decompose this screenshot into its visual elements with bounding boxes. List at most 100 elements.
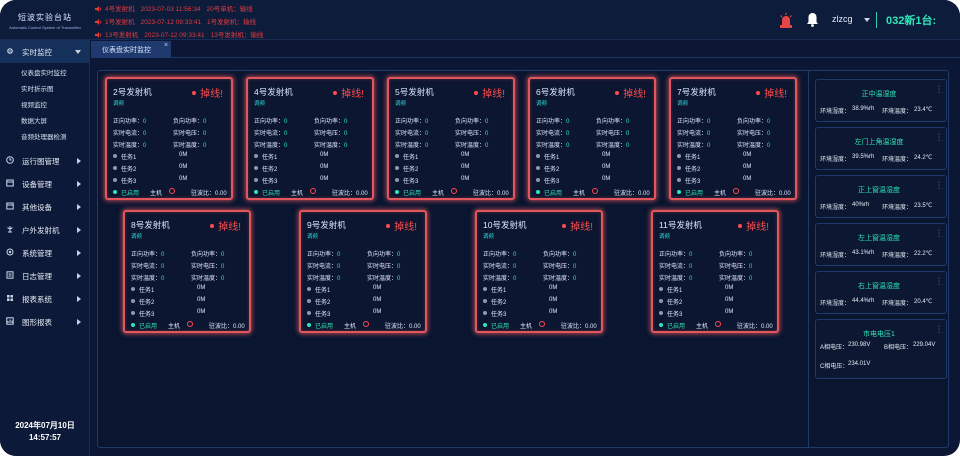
- sensor-card[interactable]: 右上窗温湿度 · · · 环境湿度： 44.4%rh 环境温度： 20.4℃: [815, 271, 947, 314]
- task-frequency: 0M: [197, 285, 206, 291]
- sidebar-item-graph-report[interactable]: 图形报表: [0, 310, 90, 333]
- power-icon[interactable]: [310, 188, 316, 194]
- forward-power-field: 正向功率：0: [131, 249, 164, 258]
- more-icon[interactable]: · · ·: [937, 275, 941, 288]
- sensor-card[interactable]: 正中温湿度 · · · 环境湿度： 38.9%rh 环境温度： 23.4℃: [815, 79, 947, 122]
- task-label: 任务3: [685, 179, 701, 185]
- sidebar-item-log-management[interactable]: 日志管理: [0, 264, 90, 287]
- task-bullet-icon: [254, 178, 258, 182]
- power-icon[interactable]: [169, 188, 175, 194]
- transmitter-card[interactable]: 6号发射机 调频 掉线! 正向功率：0 负向功率：0 实时电流：0 实时电压：0 实时温度：0…: [528, 77, 656, 200]
- sensor-card[interactable]: 左门上角温湿度 · · · 环境湿度： 39.5%rh 环境温度： 24.2℃: [815, 127, 947, 170]
- temperature-value: 20.4℃: [914, 299, 933, 305]
- sidebar-item-label: 图形报表: [22, 318, 52, 327]
- realtime-voltage-label: 实时电压：: [455, 131, 486, 137]
- reverse-power-value: 0: [626, 119, 630, 125]
- forward-power-field: 正向功率：0: [677, 116, 710, 125]
- realtime-voltage-field: 实时电压：0: [314, 128, 347, 137]
- transmitter-card[interactable]: 8号发射机 调频 掉线! 正向功率：0 负向功率：0 实时电流：0 实时电压：0 实时温度：0…: [123, 210, 251, 333]
- phase-b-label: B相电压：: [884, 345, 913, 351]
- sidebar-item-realtime-monitor[interactable]: 实时监控: [0, 40, 90, 63]
- app-logo: 短波实验台站 Automatic Control System of Trans…: [0, 0, 90, 40]
- alarm-item[interactable]: 1号发射机 2023-07-12 09:33:41 1号发射机：输线: [95, 16, 262, 26]
- close-icon[interactable]: ×: [164, 42, 168, 49]
- alarm-time: 2023-07-03 11:56:34: [140, 6, 201, 13]
- power-icon[interactable]: [733, 188, 739, 194]
- power-icon[interactable]: [451, 188, 457, 194]
- transmitter-name: 2号发射机: [113, 87, 152, 97]
- enabled-label: 已启用: [403, 191, 422, 197]
- humidity-label: 环境湿度：: [820, 109, 851, 115]
- vswr-label: 驻波比：: [755, 191, 780, 197]
- task-frequency: 0M: [743, 164, 752, 170]
- vswr-value: 0.00: [585, 324, 597, 330]
- realtime-voltage-field: 实时电压：0: [543, 261, 576, 270]
- sidebar-subitem-data-screen[interactable]: 数据大屏: [21, 115, 47, 125]
- alarm-item[interactable]: 13号发射机 2023-07-12 09:33:41 13号发射机：输线: [95, 29, 269, 39]
- transmitter-card[interactable]: 2号发射机 调频 掉线! 正向功率：0 负向功率：0 实时电流：0 实时电压：0 实时温度：0…: [105, 77, 233, 200]
- realtime-temperature-value: 0: [513, 276, 517, 282]
- power-icon[interactable]: [363, 321, 369, 327]
- realtime-temperature-2-value: 0: [397, 276, 401, 282]
- more-icon[interactable]: · · ·: [937, 131, 941, 144]
- status-dot-icon: [333, 91, 338, 95]
- transmitter-card[interactable]: 5号发射机 调频 掉线! 正向功率：0 负向功率：0 实时电流：0 实时电压：0 实时温度：0…: [387, 77, 515, 200]
- enabled-label: 已启用: [667, 324, 686, 330]
- phase-a-label: A相电压：: [820, 345, 849, 351]
- sidebar-item-device-management[interactable]: 设备管理: [0, 172, 90, 195]
- power-icon[interactable]: [592, 188, 598, 194]
- sidebar-item-label: 实时监控: [22, 48, 52, 57]
- temperature-value: 22.2℃: [914, 251, 933, 257]
- sidebar-item-label: 其他设备: [22, 203, 52, 212]
- chevron-down-icon[interactable]: [864, 18, 870, 22]
- host-label: 主机: [520, 324, 533, 330]
- realtime-temperature-2-label: 实时温度：: [367, 276, 398, 282]
- sidebar-subitem-video-monitor[interactable]: 视频监控: [21, 99, 47, 109]
- transmitter-mode: 调频: [659, 234, 671, 240]
- sidebar-item-report-system[interactable]: 报表系统: [0, 287, 90, 310]
- task-label: 任务3: [139, 312, 155, 318]
- task-frequency: 0M: [179, 164, 188, 170]
- sidebar-item-outdoor-transmitter[interactable]: 户外发射机: [0, 218, 90, 241]
- power-card[interactable]: 市电电压1 · · · A相电压： 230.98V B相电压： 229.04V C相电压： 234…: [815, 319, 947, 379]
- alarm-item[interactable]: 4号发射机 2023-07-03 11:56:34 20号单机：输线: [95, 3, 259, 13]
- transmitter-card[interactable]: 10号发射机 调频 掉线! 正向功率：0 负向功率：0 实时电流：0 实时电压：0 实时温度：…: [475, 210, 603, 333]
- more-icon[interactable]: · · ·: [937, 83, 941, 96]
- transmitter-card[interactable]: 11号发射机 调频 掉线! 正向功率：0 负向功率：0 实时电流：0 实时电压：0 实时温度：…: [651, 210, 779, 333]
- realtime-current-value: 0: [707, 131, 711, 137]
- sidebar-subitem-audio-processor-check[interactable]: 音频处理器检测: [21, 131, 67, 141]
- siren-icon[interactable]: [779, 12, 793, 28]
- humidity-label: 环境湿度：: [820, 205, 851, 211]
- sidebar-item-system-management[interactable]: 系统管理: [0, 241, 90, 264]
- power-icon[interactable]: [539, 321, 545, 327]
- status-badge: 掉线!: [615, 85, 646, 100]
- sidebar-subitem-dashboard-monitor[interactable]: 仪表盘实时监控: [21, 67, 67, 77]
- realtime-current-field: 实时电流：0: [659, 261, 692, 270]
- realtime-temperature-2-label: 实时温度：: [173, 143, 204, 149]
- realtime-temperature-value: 0: [707, 143, 711, 149]
- station-name: 032新1台:: [886, 15, 937, 27]
- task-frequency: 0M: [461, 152, 470, 158]
- tab-dashboard[interactable]: 仪表盘实时监控 ×: [91, 41, 171, 58]
- chevron-right-icon: [77, 158, 81, 164]
- enabled-dot-icon: [395, 190, 399, 194]
- transmitter-card[interactable]: 4号发射机 调频 掉线! 正向功率：0 负向功率：0 实时电流：0 实时电压：0 实时温度：0…: [246, 77, 374, 200]
- sensor-card[interactable]: 正上窗温湿度 · · · 环境湿度： 40%rh 环境温度： 23.5℃: [815, 175, 947, 218]
- more-icon[interactable]: · · ·: [937, 227, 941, 240]
- more-icon[interactable]: · · ·: [937, 323, 941, 336]
- sidebar-item-other-devices[interactable]: 其他设备: [0, 195, 90, 218]
- realtime-voltage-label: 实时电压：: [191, 264, 222, 270]
- humidity-label: 环境湿度：: [820, 301, 851, 307]
- transmitter-card[interactable]: 7号发射机 调频 掉线! 正向功率：0 负向功率：0 实时电流：0 实时电压：0 实时温度：0…: [669, 77, 797, 200]
- power-icon[interactable]: [187, 321, 193, 327]
- more-icon[interactable]: · · ·: [937, 179, 941, 192]
- transmitter-card[interactable]: 9号发射机 调频 掉线! 正向功率：0 负向功率：0 实时电流：0 实时电压：0 实时温度：0…: [299, 210, 427, 333]
- reverse-power-label: 负向功率：: [455, 119, 486, 125]
- power-icon[interactable]: [715, 321, 721, 327]
- sidebar-item-schedule-management[interactable]: 运行图管理: [0, 149, 90, 172]
- task-label: 任务1: [121, 155, 137, 161]
- sidebar-subitem-realtime-chart[interactable]: 实时折示图: [21, 83, 54, 93]
- user-name[interactable]: zlzcg: [832, 14, 853, 24]
- sensor-card[interactable]: 左上窗温湿度 · · · 环境湿度： 43.1%rh 环境温度： 22.2℃: [815, 223, 947, 266]
- bell-icon[interactable]: [806, 12, 819, 27]
